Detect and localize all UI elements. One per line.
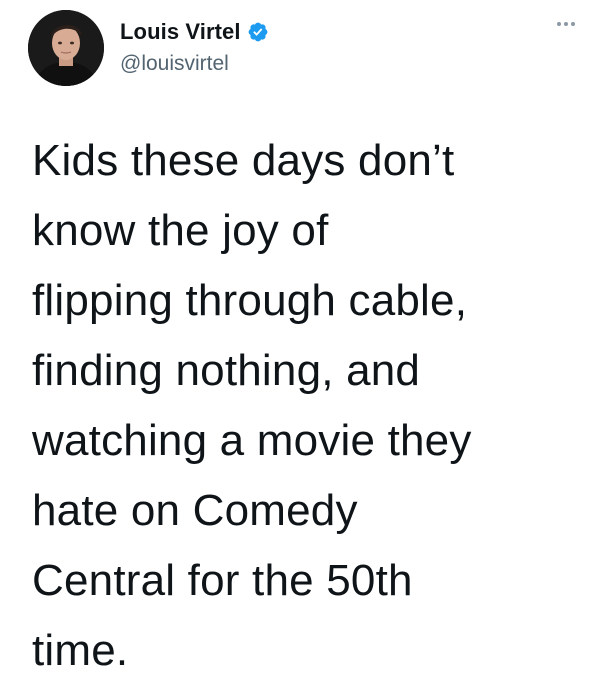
avatar[interactable]	[28, 10, 104, 86]
verified-badge-icon	[247, 21, 269, 43]
tweet-header: Louis Virtel @louisvirtel	[28, 10, 588, 90]
more-horizontal-icon[interactable]	[552, 14, 580, 34]
author-handle[interactable]: @louisvirtel	[120, 52, 269, 76]
display-name-row: Louis Virtel	[120, 18, 269, 46]
author-names: Louis Virtel @louisvirtel	[120, 18, 269, 76]
tweet-card: Louis Virtel @louisvirtel Kids these day…	[0, 0, 600, 694]
avatar-image	[28, 10, 104, 86]
author-display-name[interactable]: Louis Virtel	[120, 19, 241, 45]
tweet-text: Kids these days don’t know the joy of fl…	[32, 136, 472, 675]
